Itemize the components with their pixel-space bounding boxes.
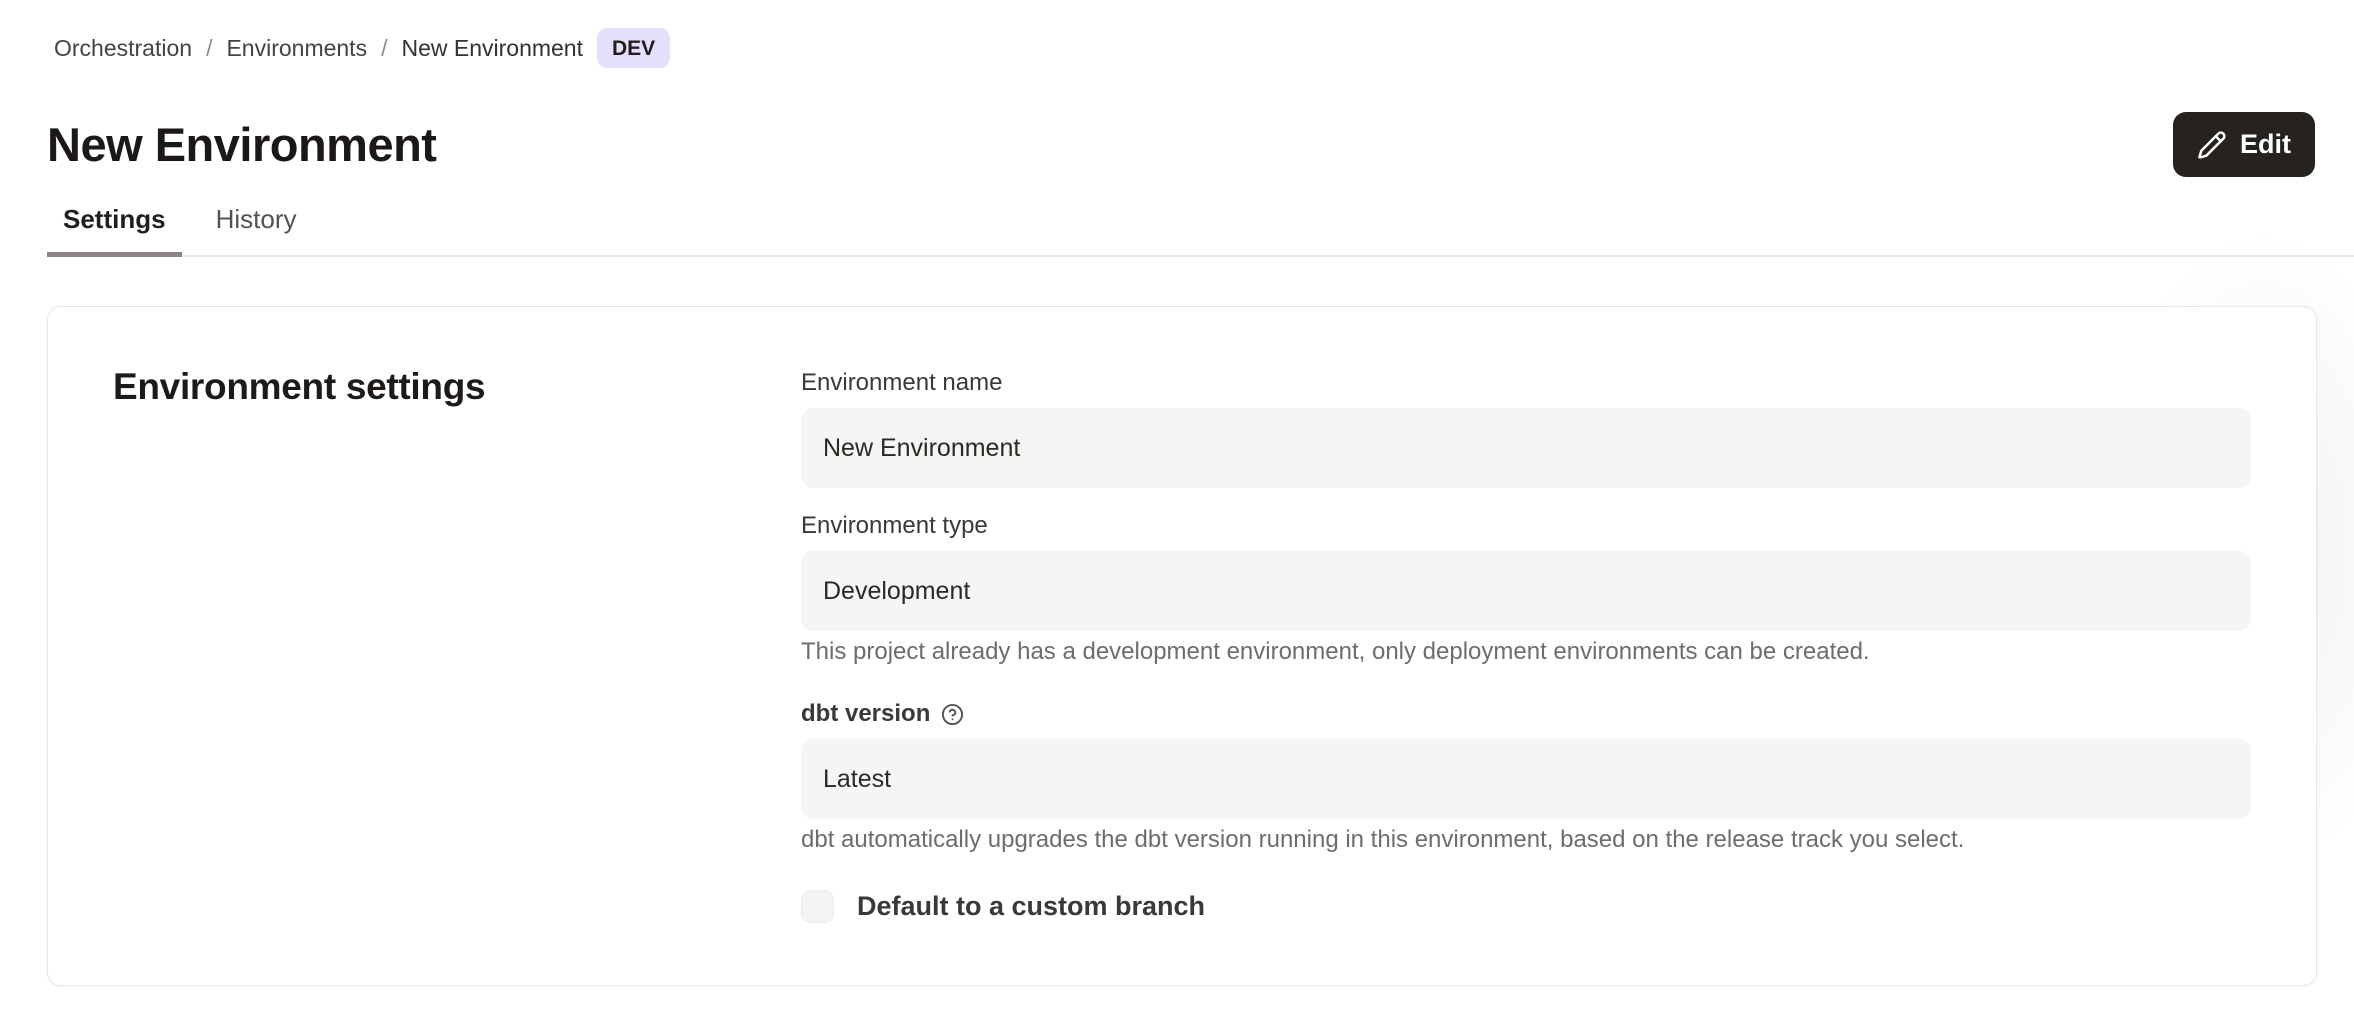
dev-badge: DEV [597, 28, 670, 68]
environment-name-label: Environment name [801, 366, 2251, 400]
page-title: New Environment [47, 114, 436, 176]
tab-history[interactable]: History [200, 193, 313, 255]
help-circle-icon[interactable] [941, 703, 964, 726]
edit-button-label: Edit [2240, 129, 2291, 160]
dbt-version-helper-text: dbt automatically upgrades the dbt versi… [801, 825, 2251, 855]
edit-button[interactable]: Edit [2173, 112, 2315, 177]
card-heading: Environment settings [113, 363, 485, 411]
dbt-version-label-row: dbt version [801, 697, 2251, 731]
dbt-version-select[interactable] [801, 739, 2251, 819]
breadcrumb-separator: / [206, 26, 212, 70]
environment-type-helper-text: This project already has a development e… [801, 637, 2251, 667]
tab-bar: Settings History [47, 193, 2354, 257]
page-header: New Environment Edit [47, 112, 2315, 177]
environment-settings-card: Environment settings Environment name En… [47, 306, 2317, 986]
breadcrumb: Orchestration / Environments / New Envir… [54, 26, 670, 70]
environment-type-select[interactable] [801, 551, 2251, 631]
custom-branch-row[interactable]: Default to a custom branch [801, 890, 2251, 923]
breadcrumb-separator: / [381, 26, 387, 70]
breadcrumb-item-orchestration[interactable]: Orchestration [54, 26, 192, 70]
breadcrumb-item-environments[interactable]: Environments [226, 26, 367, 70]
custom-branch-label: Default to a custom branch [857, 891, 1205, 922]
environment-settings-form: Environment name Environment type This p… [801, 366, 2251, 923]
dbt-version-label: dbt version [801, 697, 930, 731]
environment-type-label: Environment type [801, 509, 2251, 543]
tab-settings[interactable]: Settings [47, 193, 182, 255]
pencil-icon [2197, 130, 2227, 160]
custom-branch-checkbox[interactable] [801, 890, 834, 923]
environment-name-input[interactable] [801, 408, 2251, 488]
breadcrumb-item-current: New Environment [401, 26, 583, 70]
